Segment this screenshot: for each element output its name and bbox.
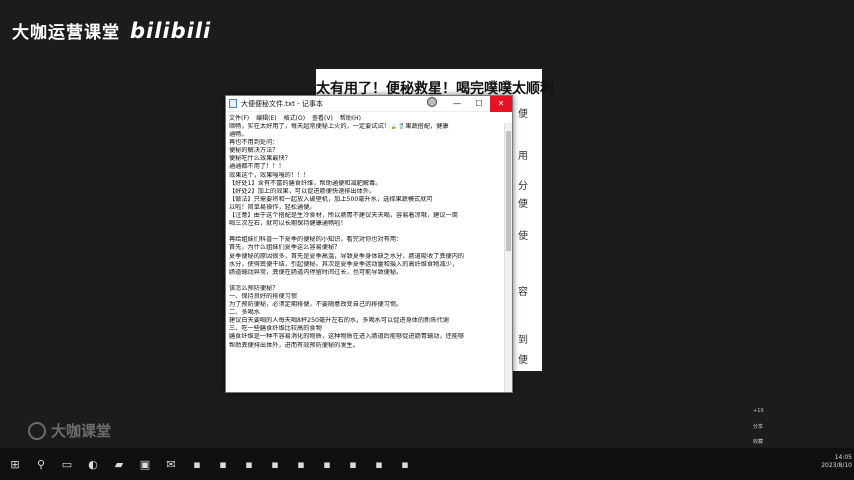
system-tray-clock[interactable]: 14:05 2023/8/10 xyxy=(812,448,852,480)
store-icon[interactable]: ▣ xyxy=(134,453,156,475)
text-line: 便秘的解决方法？ xyxy=(229,147,279,155)
scrollbar-thumb[interactable] xyxy=(506,131,511,251)
menu-file[interactable]: 文件(F) xyxy=(229,113,249,122)
text-line xyxy=(229,228,501,236)
app-icon[interactable]: ▪ xyxy=(368,453,390,475)
close-button[interactable]: ✕ xyxy=(490,95,512,112)
text-line: 再也不用到处问： xyxy=(229,139,279,147)
search-icon[interactable]: ⚲ xyxy=(30,453,52,475)
app-icon[interactable]: ▪ xyxy=(264,453,286,475)
doc-side-char: 便 xyxy=(518,109,528,120)
app-icon[interactable]: ▪ xyxy=(316,453,338,475)
text-line: 一、保持良好的排便习惯 xyxy=(229,292,298,300)
text-line: 【做法】只需要将和一起放入破壁机，加上500毫升水，选择果蔬模式就可 xyxy=(229,195,433,203)
text-line: 建议白天要喝的人每天喝8杯250毫升左右的水，多喝水可以促进身体的新陈代谢 xyxy=(229,317,449,325)
channel-name: 大咖运营课堂 xyxy=(12,23,120,43)
app-icon[interactable]: ▪ xyxy=(212,453,234,475)
app-icon[interactable]: ▪ xyxy=(394,453,416,475)
text-line: 三、吃一些膳食纤维比较高的食物 xyxy=(229,325,322,333)
brand-watermark: 大咖运营课堂 bilibili xyxy=(12,18,212,44)
doc-side-char: 分 xyxy=(518,181,528,192)
taskbar: ⊞ ⚲ ▭ ◐ ▰ ▣ ✉ ▪ ▪ ▪ ▪ ▪ ▪ ▪ ▪ ▪ xyxy=(0,448,854,480)
taskview-icon[interactable]: ▭ xyxy=(56,453,78,475)
notification-item: 分享 xyxy=(753,424,764,430)
text-line: 膳食纤维是一种不容易消化的物质，这种物质在进入肠道后能够促进肠胃蠕动，还能够 xyxy=(229,333,465,341)
notepad-window[interactable]: 大便便秘文件.txt - 记事本 — ☐ ✕ 文件(F) 编辑(E) 格式(O)… xyxy=(225,95,513,393)
windows-icon[interactable]: ⊞ xyxy=(4,453,26,475)
menu-bar: 文件(F) 编辑(E) 格式(O) 查看(V) 帮助(H) xyxy=(226,112,512,123)
video-watermark: 大咖课堂 xyxy=(28,420,111,441)
menu-view[interactable]: 查看(V) xyxy=(312,113,333,122)
clock-time: 14:05 xyxy=(834,454,852,461)
mouse-cursor xyxy=(427,97,437,107)
menu-edit[interactable]: 编辑(E) xyxy=(256,113,276,122)
doc-side-char: 容 xyxy=(518,287,528,298)
watermark-logo-icon xyxy=(28,421,46,440)
notification-item: 收藏 xyxy=(753,439,764,445)
doc-side-char: 到 xyxy=(518,335,528,346)
text-line: 【好处2】加上的效果，可以促进肠便快速排出体外。 xyxy=(229,187,376,195)
text-line: 二、多喝水 xyxy=(229,309,260,317)
text-line: 夏季便秘的原因很多，首先是夏季高温，导致夏季身体缺乏水分，肠道吸收了粪便内的 xyxy=(229,252,465,260)
text-line: 通通都不用了！！！ xyxy=(229,163,285,171)
app-icon[interactable]: ▪ xyxy=(186,453,208,475)
text-line: 通畅。 xyxy=(229,131,248,139)
app-icon[interactable]: ▪ xyxy=(238,453,260,475)
menu-format[interactable]: 格式(O) xyxy=(284,113,305,122)
text-line: 喝三次左右，就可以长期保持健康通畅啦！ xyxy=(229,220,347,228)
doc-side-char: 用 xyxy=(518,151,528,162)
text-line: 效果这个，效果嘎嘎的！！！ xyxy=(229,171,310,179)
text-line: 首先，为什么姐妹们夏季这么容易便秘？ xyxy=(229,244,341,252)
notepad-icon xyxy=(229,99,237,108)
text-line: 顺畅，实在太好用了，每天超常便秘上火的，一定要试试！🍃🥤果蔬搭配，健康 xyxy=(229,123,449,130)
menu-help[interactable]: 帮助(H) xyxy=(340,113,361,122)
bilibili-logo: bilibili xyxy=(130,18,212,43)
doc-side-char: 便 xyxy=(518,199,528,210)
mail-icon[interactable]: ✉ xyxy=(160,453,182,475)
text-line: 为了预防便秘，必须定期排便，不要随意改变自己的排便习惯。 xyxy=(229,301,403,309)
maximize-button[interactable]: ☐ xyxy=(468,96,490,112)
text-line: 该怎么预防便秘？ xyxy=(229,284,279,292)
minimize-button[interactable]: — xyxy=(446,96,468,112)
doc-side-char: 使 xyxy=(518,231,528,242)
app-icon[interactable]: ▪ xyxy=(342,453,364,475)
doc-side-char: 便 xyxy=(518,355,528,366)
text-line: 以啦！简单易操作，轻松通便。 xyxy=(229,203,316,211)
folder-icon[interactable]: ▰ xyxy=(108,453,130,475)
app-icon[interactable]: ▪ xyxy=(290,453,312,475)
edge-icon[interactable]: ◐ xyxy=(82,453,104,475)
text-line: 【注意】由于这个搭配是生冷食材，所以肠胃不建议天天喝，容易着凉哦，建议一周 xyxy=(229,212,458,220)
vertical-scrollbar[interactable] xyxy=(504,123,512,392)
text-line: 【好处1】含有不富的膳食纤维，帮助通便和减肥解毒。 xyxy=(229,179,382,187)
watermark-text: 大咖课堂 xyxy=(51,422,112,440)
clock-date: 2023/8/10 xyxy=(821,462,852,469)
text-line: 水分，使得粪便干结，引起便秘。其次是夏季夏季运动量和摄入的高纤维食物减少， xyxy=(229,260,458,268)
text-line: 便秘吃什么效果最快？ xyxy=(229,155,291,163)
notepad-titlebar[interactable]: 大便便秘文件.txt - 记事本 — ☐ ✕ xyxy=(226,95,512,112)
window-title: 大便便秘文件.txt - 记事本 xyxy=(241,99,323,108)
notification-item: +1X xyxy=(753,408,764,414)
text-line xyxy=(229,277,501,285)
text-line: 肠道蠕动异常，粪便在肠道内停留时间过长，也可能导致便秘。 xyxy=(229,268,403,276)
text-line: 帮助粪便排出体外，进而有效预防便秘的发生。 xyxy=(229,341,359,349)
text-editor-area[interactable]: 顺畅，实在太好用了，每天超常便秘上火的，一定要试试！🍃🥤果蔬搭配，健康 通畅。 再也… xyxy=(226,123,504,392)
text-line: 再给姐妹们科普一下夏季的便秘的小知识，看完对你也对有用： xyxy=(229,236,403,244)
